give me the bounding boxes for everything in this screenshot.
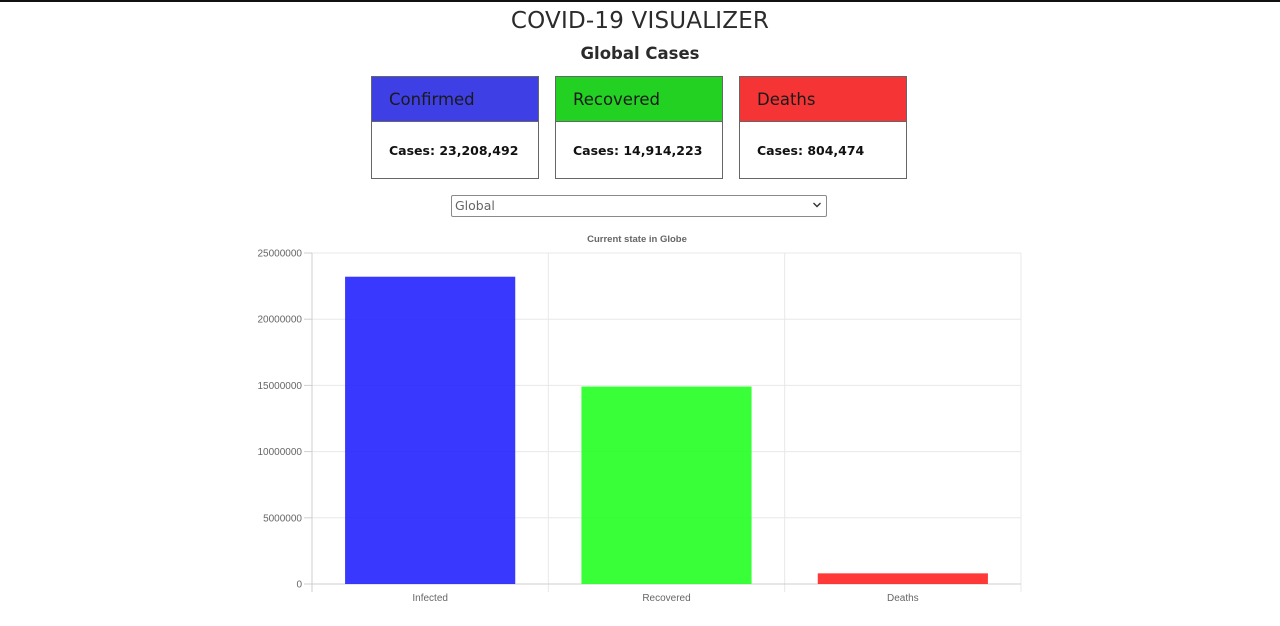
app-title: COVID-19 VISUALIZER [510,8,770,34]
deaths-card: Deaths Cases: 804,474 [739,76,907,179]
y-tick-label: 5000000 [263,513,302,524]
bar-deaths [817,573,988,584]
y-tick-label: 25000000 [258,249,303,260]
y-tick-label: 20000000 [258,315,303,326]
x-tick-label: Deaths [887,593,919,604]
confirmed-card-title: Confirmed [389,90,475,109]
bar-chart: Current state in Globe 0 5000000 10000000 1… [258,234,1022,604]
page-subtitle: Global Cases [580,44,700,63]
x-tick-label: Infected [412,593,448,604]
confirmed-card-value: Cases: 23,208,492 [389,143,519,158]
chart-bars [345,276,988,584]
recovered-card-header: Recovered [556,77,722,122]
chart-title: Current state in Globe [587,234,687,245]
y-tick-label: 10000000 [258,447,303,458]
confirmed-card-header: Confirmed [372,77,538,122]
y-axis-ticks: 0 5000000 10000000 15000000 20000000 25000000 [258,249,303,591]
region-select[interactable]: Global [451,195,827,217]
chevron-down-icon [813,202,821,208]
deaths-card-title: Deaths [757,90,816,109]
confirmed-card: Confirmed Cases: 23,208,492 [371,76,539,179]
y-tick-label: 15000000 [258,381,303,392]
recovered-card-value: Cases: 14,914,223 [573,143,703,158]
region-select-wrapper: Global [451,195,827,217]
deaths-card-value: Cases: 804,474 [757,143,865,158]
recovered-card: Recovered Cases: 14,914,223 [555,76,723,179]
region-select-value: Global [455,198,495,213]
x-axis-labels: Infected Recovered Deaths [412,593,918,604]
y-tick-label: 0 [296,580,302,591]
recovered-card-title: Recovered [573,90,661,109]
bar-recovered [581,386,752,584]
x-tick-label: Recovered [642,593,690,604]
bar-infected [345,276,516,584]
deaths-card-header: Deaths [740,77,906,122]
